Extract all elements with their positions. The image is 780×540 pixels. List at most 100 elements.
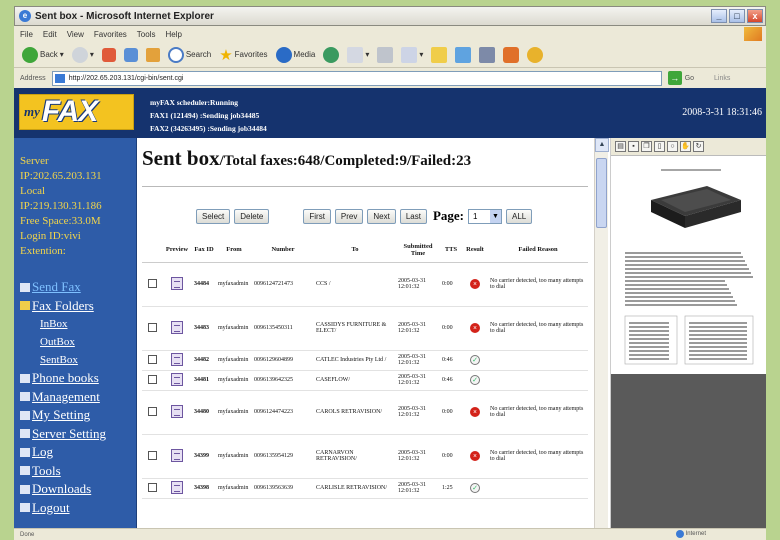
row-checkbox[interactable] <box>147 322 157 332</box>
row-checkbox[interactable] <box>147 482 157 492</box>
col-result[interactable]: Result <box>462 238 488 263</box>
menu-favorites[interactable]: Favorites <box>94 30 127 39</box>
fax-id-cell: 34482 <box>192 350 216 371</box>
menu-view[interactable]: View <box>67 30 84 39</box>
stop-button[interactable] <box>100 45 118 65</box>
fax-preview-icon[interactable] <box>171 320 183 334</box>
sidebar-item-sentbox[interactable]: SentBox <box>20 351 106 369</box>
zoom-icon[interactable]: ○ <box>667 141 678 152</box>
fax-preview-icon[interactable] <box>171 276 183 290</box>
sidebar-item-outbox[interactable]: OutBox <box>20 333 106 351</box>
fax-preview-icon[interactable] <box>171 404 183 418</box>
row-checkbox[interactable] <box>147 278 157 288</box>
last-page-button[interactable]: Last <box>399 208 427 224</box>
table-row[interactable]: 34481 myfaxadmin 0096139642325 CASEFLOW/200… <box>142 370 588 391</box>
shield-button[interactable] <box>501 45 521 65</box>
row-checkbox[interactable] <box>147 450 157 460</box>
row-checkbox[interactable] <box>147 354 157 364</box>
minimize-button[interactable]: _ <box>711 9 727 23</box>
folder-button[interactable] <box>429 45 449 65</box>
failed-reason-cell: No carrier detected, too many attempts t… <box>488 390 588 435</box>
sidebar-item-fax-folders[interactable]: Fax Folders <box>20 297 106 316</box>
home-button[interactable] <box>144 45 162 65</box>
row-checkbox[interactable] <box>147 374 157 384</box>
maximize-button[interactable]: □ <box>729 9 745 23</box>
table-row[interactable]: 34399 myfaxadmin 0096135954129 CARNARVON RE… <box>142 434 588 479</box>
col-preview[interactable]: Preview <box>162 238 192 263</box>
menu-tools[interactable]: Tools <box>137 30 156 39</box>
media-button[interactable]: Media <box>274 45 318 65</box>
row-checkbox[interactable] <box>147 406 157 416</box>
prev-page-button[interactable]: Prev <box>334 208 364 224</box>
go-arrow-icon: → <box>667 71 682 85</box>
sidebar-item-my-setting[interactable]: My Setting <box>20 406 106 425</box>
scroll-thumb[interactable] <box>596 158 607 228</box>
rotate-icon[interactable]: ↻ <box>693 141 704 152</box>
table-row[interactable]: 34398 myfaxadmin 0096139563639 CARLISLE RET… <box>142 478 588 499</box>
sidebar-item-inbox[interactable]: InBox <box>20 315 106 333</box>
sidebar-item-server-setting[interactable]: Server Setting <box>20 425 106 444</box>
fax-preview-icon[interactable] <box>171 480 183 494</box>
menu-file[interactable]: File <box>20 30 33 39</box>
scroll-up-icon[interactable]: ▲ <box>595 138 609 152</box>
close-button[interactable]: x <box>747 9 763 23</box>
mail-button[interactable]: ▾ <box>345 45 371 65</box>
fax-preview-icon[interactable] <box>171 352 183 366</box>
sidebar-item-tools[interactable]: Tools <box>20 462 106 481</box>
table-row[interactable]: 34482 myfaxadmin 0096129604899 CATLEC Indus… <box>142 350 588 371</box>
history-button[interactable] <box>321 45 341 65</box>
page-icon[interactable]: ▯ <box>654 141 665 152</box>
hand-icon[interactable]: ✋ <box>680 141 691 152</box>
go-button[interactable]: → Go <box>667 71 694 85</box>
address-input[interactable]: http://202.65.203.131/cgi-bin/sent.cgi <box>51 70 662 86</box>
sidebar-item-management[interactable]: Management <box>20 388 106 407</box>
all-button[interactable]: ALL <box>506 208 533 224</box>
plugin-button[interactable] <box>525 45 545 65</box>
favorites-button[interactable]: ★ Favorites <box>217 45 269 65</box>
messenger-button[interactable] <box>453 45 473 65</box>
copy-icon[interactable]: ❐ <box>641 141 652 152</box>
table-row[interactable]: 34483 myfaxadmin 0096135450311 CASSIDYS FUR… <box>142 306 588 351</box>
print-button[interactable] <box>375 45 395 65</box>
col-to[interactable]: To <box>314 238 396 263</box>
save-icon[interactable]: ▪ <box>628 141 639 152</box>
server-info: Server IP:202.65.203.131 Local IP:219.13… <box>20 154 102 259</box>
research-button[interactable] <box>477 45 497 65</box>
sent-box-title: Sent box <box>142 146 220 170</box>
col-failed-reason[interactable]: Failed Reason <box>488 238 588 263</box>
col-from[interactable]: From <box>216 238 252 263</box>
col-tts[interactable]: TTS <box>440 238 462 263</box>
menu-help[interactable]: Help <box>165 30 181 39</box>
delete-button[interactable]: Delete <box>234 208 270 224</box>
back-button[interactable]: Back ▾ <box>20 45 66 65</box>
search-button[interactable]: Search <box>166 45 213 65</box>
fax-preview-icon[interactable] <box>171 372 183 386</box>
forward-button[interactable]: ▾ <box>70 45 96 65</box>
refresh-button[interactable] <box>122 45 140 65</box>
menu-edit[interactable]: Edit <box>43 30 57 39</box>
page-select[interactable]: 1 ▼ <box>468 208 502 224</box>
sidebar-item-send-fax[interactable]: Send Fax <box>20 278 106 297</box>
windows-flag-icon <box>744 27 762 41</box>
sidebar-item-phone-books[interactable]: Phone books <box>20 369 106 388</box>
col-number[interactable]: Number <box>252 238 314 263</box>
edit-button[interactable]: ▾ <box>399 45 425 65</box>
col-submitted-time[interactable]: Submitted Time <box>396 238 440 263</box>
print-icon[interactable]: ▤ <box>615 141 626 152</box>
sidebar-item-log[interactable]: Log <box>20 443 106 462</box>
select-button[interactable]: Select <box>196 208 231 224</box>
fax-preview-icon[interactable] <box>171 448 183 462</box>
table-row[interactable]: 34484 myfaxadmin 0096124721473 CCS /2005-03… <box>142 262 588 307</box>
vertical-scrollbar[interactable]: ▲ <box>594 138 609 528</box>
stop-icon <box>101 47 116 62</box>
col-fax-id[interactable]: Fax ID <box>192 238 216 263</box>
first-page-button[interactable]: First <box>303 208 331 224</box>
sidebar-item-logout[interactable]: Logout <box>20 499 106 518</box>
from-cell: myfaxadmin <box>216 262 252 307</box>
to-cell: CASSIDYS FURNITURE & ELECT/ <box>314 306 396 351</box>
sidebar-item-downloads[interactable]: Downloads <box>20 480 106 499</box>
tts-cell: 1:25 <box>440 478 462 499</box>
next-page-button[interactable]: Next <box>367 208 396 224</box>
table-row[interactable]: 34480 myfaxadmin 0096124474223 CAROLS RETRA… <box>142 390 588 435</box>
links-button[interactable]: Links <box>714 75 730 82</box>
